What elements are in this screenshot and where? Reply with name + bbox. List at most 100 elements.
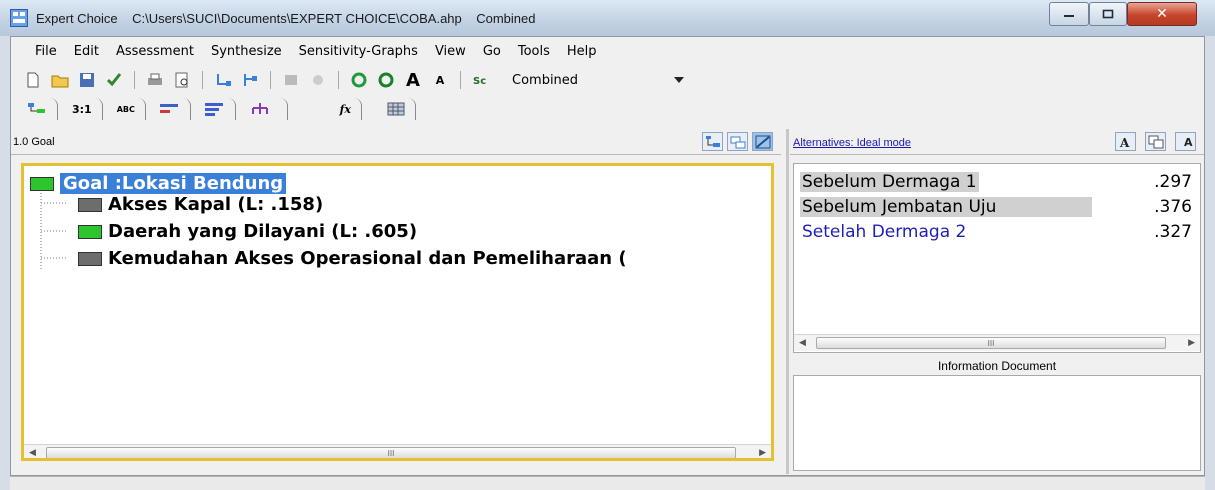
scroll-right-icon[interactable]: ▶ xyxy=(759,447,766,458)
cut-icon xyxy=(285,75,297,85)
copy-icon xyxy=(1148,135,1163,148)
tab-grid[interactable] xyxy=(366,98,416,120)
open-button[interactable] xyxy=(50,70,70,90)
svg-text:A: A xyxy=(1119,136,1130,149)
scroll-grip: III xyxy=(387,448,395,458)
menu-assessment[interactable]: Assessment xyxy=(116,44,194,59)
combine-icon: Sc xyxy=(473,76,486,87)
criterion-node-label: Akses Kapal (L: .158) xyxy=(108,194,324,215)
save-button[interactable] xyxy=(77,70,97,90)
menu-synthesize[interactable]: Synthesize xyxy=(211,44,282,59)
close-button[interactable]: ✕ xyxy=(1127,2,1197,26)
model-tree[interactable]: Goal :Lokasi Bendung Akses Kapal (L: .15… xyxy=(21,163,774,461)
expand-view-icon xyxy=(755,135,770,148)
alternatives-horizontal-scrollbar[interactable]: ◀ III ▶ xyxy=(794,334,1200,351)
menu-tools[interactable]: Tools xyxy=(518,44,550,59)
tab-hierarchy[interactable] xyxy=(240,98,288,120)
print-preview-icon xyxy=(175,72,188,88)
menu-file[interactable]: File xyxy=(35,44,57,59)
toolbar-separator xyxy=(270,71,271,89)
print-button[interactable] xyxy=(145,70,165,90)
tree-view-button[interactable] xyxy=(702,132,723,151)
alternative-row[interactable]: Sebelum Jembatan Uju .376 xyxy=(800,195,1196,221)
new-document-icon xyxy=(27,72,39,88)
printer-icon xyxy=(148,73,162,85)
criterion-node-box xyxy=(78,197,102,212)
insert-child-button[interactable] xyxy=(213,70,233,90)
tab-abc[interactable]: ABC xyxy=(107,98,146,120)
scroll-right-icon[interactable]: ▶ xyxy=(1188,337,1195,348)
tab-horizontal-bars[interactable] xyxy=(195,98,236,120)
paste-button[interactable] xyxy=(308,70,328,90)
font-larger-button[interactable]: A xyxy=(403,69,423,91)
model-view-buttons xyxy=(702,132,773,151)
tab-abc-label: ABC xyxy=(116,104,135,114)
goal-node[interactable]: Goal :Lokasi Bendung xyxy=(30,173,287,194)
tab-formula[interactable]: fx xyxy=(292,98,362,120)
menu-edit[interactable]: Edit xyxy=(74,44,99,59)
insert-sibling-button[interactable] xyxy=(240,70,260,90)
text-size-button[interactable]: A xyxy=(1175,132,1196,151)
folder-icon xyxy=(51,75,69,88)
alternatives-mode-link[interactable]: Alternatives: Ideal mode xyxy=(793,137,911,149)
combine-button[interactable]: Sc xyxy=(471,70,491,90)
model-header: 1.0 Goal xyxy=(11,129,781,155)
scroll-left-icon[interactable]: ◀ xyxy=(799,337,806,348)
synthesize-distributive-button[interactable] xyxy=(376,70,396,90)
main-toolbar: A A Sc Combined xyxy=(11,66,811,94)
goal-node-box xyxy=(30,176,54,191)
expand-view-button[interactable] xyxy=(752,132,773,151)
minimize-icon xyxy=(1064,15,1074,17)
alternatives-buttons: A A xyxy=(1115,132,1196,151)
criterion-node[interactable]: Akses Kapal (L: .158) xyxy=(78,194,323,215)
check-button[interactable] xyxy=(104,70,124,90)
synthesize-ideal-button[interactable] xyxy=(349,70,369,90)
alternative-row[interactable]: Setelah Dermaga 2 .327 xyxy=(800,220,1196,246)
font-smaller-icon: A xyxy=(435,73,445,87)
title-bar[interactable]: Expert Choice C:\Users\SUCI\Documents\EX… xyxy=(0,0,1215,36)
toolbar-separator xyxy=(460,71,461,89)
font-icon: A xyxy=(1119,136,1130,149)
alternative-row[interactable]: Sebelum Dermaga 1 .297 xyxy=(800,170,1196,196)
copy-alternatives-button[interactable] xyxy=(1145,132,1166,151)
tab-tree-view[interactable] xyxy=(17,98,58,120)
menu-go[interactable]: Go xyxy=(483,44,501,59)
app-window: Expert Choice C:\Users\SUCI\Documents\EX… xyxy=(0,0,1215,490)
tab-pairwise[interactable]: 3:1 xyxy=(62,98,103,120)
pane-splitter[interactable] xyxy=(786,129,789,474)
criterion-node[interactable]: Daerah yang Dilayani (L: .605) xyxy=(78,221,417,242)
tab-bar-graph[interactable] xyxy=(150,98,191,120)
cut-button[interactable] xyxy=(281,70,301,90)
scroll-left-icon[interactable]: ◀ xyxy=(29,447,36,458)
cluster-view-icon xyxy=(730,136,745,148)
hierarchy-icon xyxy=(251,103,268,114)
minimize-button[interactable] xyxy=(1049,2,1089,26)
font-button[interactable]: A xyxy=(1115,132,1136,151)
maximize-button[interactable] xyxy=(1089,2,1127,26)
recycle-arrows-icon xyxy=(351,72,367,88)
information-document-editor[interactable] xyxy=(793,375,1201,471)
tree-horizontal-scrollbar[interactable]: ◀ III ▶ xyxy=(24,444,771,458)
view-tabstrip: 3:1 ABC fx xyxy=(11,95,611,123)
menu-sensitivity-graphs[interactable]: Sensitivity-Graphs xyxy=(299,44,418,59)
scroll-thumb[interactable]: III xyxy=(816,337,1166,349)
menu-view[interactable]: View xyxy=(435,44,466,59)
participant-combo[interactable]: Combined xyxy=(502,69,692,91)
menu-help[interactable]: Help xyxy=(567,44,597,59)
menu-bar: File Edit Assessment Synthesize Sensitiv… xyxy=(11,37,1204,65)
alternative-value: .297 xyxy=(1154,172,1192,192)
alternatives-list[interactable]: Sebelum Dermaga 1 .297 Sebelum Jembatan … xyxy=(793,163,1201,353)
print-preview-button[interactable] xyxy=(172,70,192,90)
font-smaller-button[interactable]: A xyxy=(430,70,450,90)
paste-icon xyxy=(313,75,323,85)
font-larger-icon: A xyxy=(406,69,420,91)
scroll-thumb[interactable]: III xyxy=(46,447,736,458)
criterion-node[interactable]: Kemudahan Akses Operasional dan Pemeliha… xyxy=(78,248,627,269)
cluster-view-button[interactable] xyxy=(727,132,748,151)
toolbar-separator xyxy=(134,71,135,89)
insert-sibling-node-icon xyxy=(244,74,257,86)
alternative-value: .376 xyxy=(1154,197,1192,217)
new-button[interactable] xyxy=(23,70,43,90)
status-bar xyxy=(10,476,1205,490)
dropdown-arrow-icon[interactable] xyxy=(674,77,684,83)
